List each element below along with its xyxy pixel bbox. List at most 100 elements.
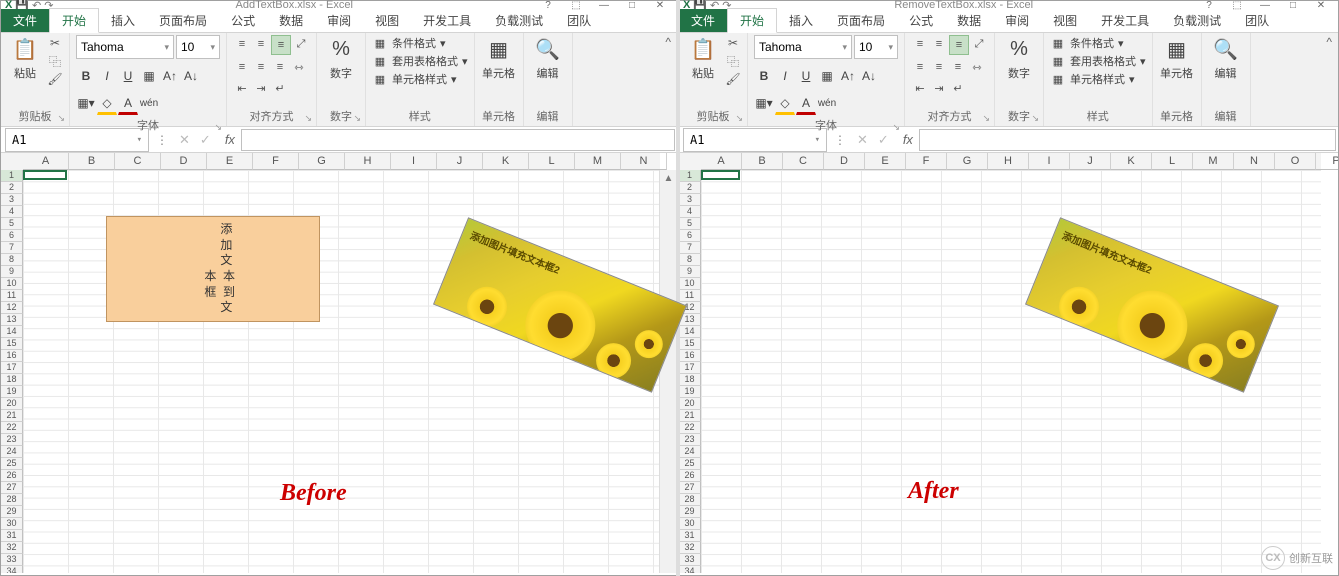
tab-team[interactable]: 团队 [555, 9, 603, 32]
tab-formula[interactable]: 公式 [219, 9, 267, 32]
vertical-scrollbar[interactable]: ▲ [659, 170, 677, 573]
fx-label[interactable]: fx [897, 132, 919, 147]
format-painter-icon[interactable]: 🖌 [725, 71, 741, 87]
underline-button[interactable]: U [796, 66, 816, 86]
indent-dec-icon[interactable]: ⇤ [911, 79, 929, 97]
tab-home[interactable]: 开始 [49, 8, 99, 33]
select-all-corner[interactable] [679, 153, 702, 171]
launcher-icon[interactable]: ↘ [735, 113, 743, 124]
cut-icon[interactable]: ✂ [725, 35, 741, 51]
collapse-ribbon-icon[interactable]: ^ [665, 35, 671, 49]
orientation-icon[interactable]: ⤢ [292, 35, 310, 53]
phonetic-button[interactable]: wén [817, 93, 837, 113]
launcher-icon[interactable]: ↘ [214, 122, 222, 133]
tab-dev[interactable]: 开发工具 [1089, 9, 1161, 32]
fill-color-button[interactable]: ◇ [97, 93, 117, 115]
border-button[interactable]: ▦ [817, 66, 837, 86]
copy-icon[interactable]: ⿻ [47, 53, 63, 69]
scroll-up-icon[interactable]: ▲ [660, 170, 677, 187]
tab-view[interactable]: 视图 [1041, 9, 1089, 32]
tab-layout[interactable]: 页面布局 [825, 9, 897, 32]
launcher-icon[interactable]: ↘ [304, 113, 312, 124]
row-headers[interactable]: 1234567891011121314151617181920212223242… [1, 170, 23, 573]
align-bottom-icon[interactable]: ≡ [271, 35, 291, 55]
cells-button[interactable]: ▦单元格 [481, 35, 517, 81]
launcher-icon[interactable]: ↘ [982, 113, 990, 124]
align-top-icon[interactable]: ≡ [911, 35, 929, 53]
underline-button[interactable]: U [118, 66, 138, 86]
border-dropdown[interactable]: ▦▾ [754, 93, 774, 113]
active-cell[interactable] [701, 170, 740, 180]
tab-review[interactable]: 审阅 [315, 9, 363, 32]
help-icon[interactable]: ? [535, 1, 561, 9]
table-format-button[interactable]: ▦套用表格格式 ▾ [1050, 53, 1146, 69]
tab-layout[interactable]: 页面布局 [147, 9, 219, 32]
ribbon-toggle-icon[interactable]: ⬚ [1224, 1, 1250, 9]
tab-file[interactable]: 文件 [679, 9, 727, 32]
shrink-font-button[interactable]: A↓ [859, 66, 879, 86]
copy-icon[interactable]: ⿻ [725, 53, 741, 69]
tab-formula[interactable]: 公式 [897, 9, 945, 32]
merge-icon[interactable]: ⇿ [968, 58, 986, 76]
shrink-font-button[interactable]: A↓ [181, 66, 201, 86]
tab-load[interactable]: 负载测试 [1161, 9, 1233, 32]
font-name-combo[interactable]: Tahoma▾ [754, 35, 852, 59]
maximize-icon[interactable]: □ [1280, 1, 1306, 9]
indent-dec-icon[interactable]: ⇤ [233, 79, 251, 97]
align-left-icon[interactable]: ≡ [233, 58, 251, 76]
merge-icon[interactable]: ⇿ [290, 58, 308, 76]
indent-inc-icon[interactable]: ⇥ [252, 79, 270, 97]
select-all-corner[interactable] [1, 153, 24, 171]
phonetic-button[interactable]: wén [139, 93, 159, 113]
align-center-icon[interactable]: ≡ [930, 58, 948, 76]
align-middle-icon[interactable]: ≡ [252, 35, 270, 53]
bold-button[interactable]: B [76, 66, 96, 86]
fill-color-button[interactable]: ◇ [775, 93, 795, 115]
textbox-orange[interactable]: 添 加 文 本 本 框 到 文 [106, 216, 320, 322]
wrap-text-icon[interactable]: ↵ [949, 79, 967, 97]
align-top-icon[interactable]: ≡ [233, 35, 251, 53]
conditional-format-button[interactable]: ▦条件格式 ▾ [1050, 35, 1146, 51]
align-middle-icon[interactable]: ≡ [930, 35, 948, 53]
conditional-format-button[interactable]: ▦条件格式 ▾ [372, 35, 468, 51]
font-name-combo[interactable]: Tahoma▾ [76, 35, 174, 59]
cut-icon[interactable]: ✂ [47, 35, 63, 51]
tab-review[interactable]: 审阅 [993, 9, 1041, 32]
tab-insert[interactable]: 插入 [777, 9, 825, 32]
tab-file[interactable]: 文件 [1, 9, 49, 32]
tab-view[interactable]: 视图 [363, 9, 411, 32]
collapse-ribbon-icon[interactable]: ^ [1326, 35, 1332, 49]
tab-data[interactable]: 数据 [267, 9, 315, 32]
tab-load[interactable]: 负载测试 [483, 9, 555, 32]
grow-font-button[interactable]: A↑ [160, 66, 180, 86]
tab-team[interactable]: 团队 [1233, 9, 1281, 32]
format-painter-icon[interactable]: 🖌 [47, 71, 63, 87]
table-format-button[interactable]: ▦套用表格格式 ▾ [372, 53, 468, 69]
column-headers[interactable]: ABCDEFGHIJKLMN [23, 153, 660, 170]
tab-dev[interactable]: 开发工具 [411, 9, 483, 32]
formula-bar[interactable] [919, 129, 1336, 151]
font-size-combo[interactable]: 10▾ [854, 35, 898, 59]
fx-label[interactable]: fx [219, 132, 241, 147]
help-icon[interactable]: ? [1196, 1, 1222, 9]
border-button[interactable]: ▦ [139, 66, 159, 86]
cell-style-button[interactable]: ▦单元格样式 ▾ [1050, 71, 1146, 87]
font-color-button[interactable]: A [118, 93, 138, 115]
launcher-icon[interactable]: ↘ [353, 113, 361, 124]
tab-insert[interactable]: 插入 [99, 9, 147, 32]
font-size-combo[interactable]: 10▾ [176, 35, 220, 59]
align-bottom-icon[interactable]: ≡ [949, 35, 969, 55]
edit-button[interactable]: 🔍编辑 [530, 35, 566, 81]
bold-button[interactable]: B [754, 66, 774, 86]
launcher-icon[interactable]: ↘ [1031, 113, 1039, 124]
edit-button[interactable]: 🔍编辑 [1208, 35, 1244, 81]
cells-button[interactable]: ▦单元格 [1159, 35, 1195, 81]
minimize-icon[interactable]: — [1252, 1, 1278, 9]
number-format-button[interactable]: %数字 [323, 35, 359, 81]
window-divider[interactable] [676, 0, 680, 576]
indent-inc-icon[interactable]: ⇥ [930, 79, 948, 97]
column-headers[interactable]: ABCDEFGHIJKLMNOP [701, 153, 1321, 170]
paste-button[interactable]: 📋粘贴 [685, 35, 721, 81]
active-cell[interactable] [23, 170, 67, 180]
close-icon[interactable]: ✕ [647, 1, 673, 9]
